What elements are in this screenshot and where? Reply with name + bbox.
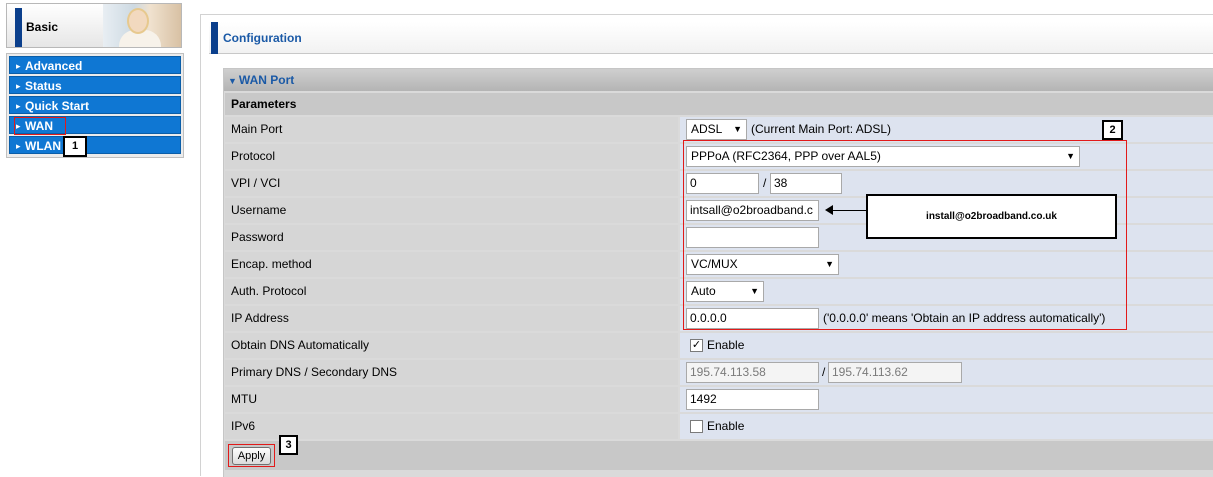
arrow-line: [832, 210, 866, 211]
bullet-icon: ▸: [16, 81, 21, 91]
main-port-selected: ADSL: [691, 122, 723, 136]
sidebar-item-label: Status: [25, 79, 62, 93]
primary-dns-input[interactable]: 195.74.113.58: [686, 362, 819, 383]
basic-accent-bar: [15, 8, 22, 47]
obtain-dns-label: Obtain DNS Automatically: [225, 333, 678, 358]
row-ipv6: IPv6 Enable: [225, 414, 1213, 439]
parameters-heading: Parameters: [225, 93, 1213, 115]
wan-highlight-box: [14, 117, 66, 135]
main-port-value-cell: ADSL ▼ (Current Main Port: ADSL): [680, 117, 1213, 142]
dns-servers-label: Primary DNS / Secondary DNS: [225, 360, 678, 385]
main-port-note: (Current Main Port: ADSL): [751, 122, 892, 136]
config-accent-bar: [211, 22, 218, 54]
header-photo: [103, 4, 181, 47]
basic-menu-header[interactable]: Basic: [6, 3, 182, 48]
dns-servers-value-cell: 195.74.113.58 / 195.74.113.62: [680, 360, 1213, 385]
username-note-callout: install@o2broadband.co.uk: [866, 194, 1117, 239]
row-mtu: MTU 1492: [225, 387, 1213, 412]
sidebar-item-label: WLAN: [25, 139, 61, 153]
vpi-vci-label: VPI / VCI: [225, 171, 678, 196]
row-main-port: Main Port ADSL ▼ (Current Main Port: ADS…: [225, 117, 1213, 142]
callout-3: 3: [279, 435, 298, 455]
basic-label: Basic: [26, 20, 59, 34]
bullet-icon: ▸: [16, 61, 21, 71]
page-title: Configuration: [223, 31, 302, 45]
secondary-dns-input[interactable]: 195.74.113.62: [828, 362, 962, 383]
dns-separator: /: [822, 365, 826, 379]
row-dns-servers: Primary DNS / Secondary DNS 195.74.113.5…: [225, 360, 1213, 385]
mtu-label: MTU: [225, 387, 678, 412]
sidebar-nav: ▸ Advanced ▸ Status ▸ Quick Start ▸ WAN …: [6, 53, 184, 158]
bullet-icon: ▸: [16, 101, 21, 111]
bullet-icon: ▸: [16, 141, 21, 151]
photo-person-head: [127, 8, 149, 34]
obtain-dns-enable-label: Enable: [707, 338, 745, 352]
sidebar-item-wlan[interactable]: ▸ WLAN: [9, 136, 181, 154]
wan-port-title[interactable]: ▼ WAN Port: [224, 69, 1213, 91]
sidebar-item-quick-start[interactable]: ▸ Quick Start: [9, 96, 181, 114]
mtu-value-cell: 1492: [680, 387, 1213, 412]
dropdown-arrow-icon: ▼: [733, 124, 742, 134]
main-port-label: Main Port: [225, 117, 678, 142]
obtain-dns-value-cell: ✓ Enable: [680, 333, 1213, 358]
sidebar-item-label: Quick Start: [25, 99, 90, 113]
callout-1: 1: [63, 136, 87, 157]
arrow-left-icon: [825, 205, 833, 215]
sidebar-item-advanced[interactable]: ▸ Advanced: [9, 56, 181, 74]
ipv6-checkbox[interactable]: [690, 420, 703, 433]
obtain-dns-checkbox[interactable]: ✓: [690, 339, 703, 352]
main-port-select[interactable]: ADSL ▼: [686, 119, 747, 140]
password-label: Password: [225, 225, 678, 250]
sidebar-item-status[interactable]: ▸ Status: [9, 76, 181, 94]
sidebar-item-wan[interactable]: ▸ WAN: [9, 116, 181, 135]
row-obtain-dns: Obtain DNS Automatically ✓ Enable: [225, 333, 1213, 358]
wan-port-title-text: WAN Port: [238, 73, 295, 87]
auth-protocol-label: Auth. Protocol: [225, 279, 678, 304]
sidebar-item-label: Advanced: [25, 59, 83, 73]
apply-button[interactable]: Apply: [232, 447, 271, 465]
mtu-input[interactable]: 1492: [686, 389, 819, 410]
protocol-label: Protocol: [225, 144, 678, 169]
ipv6-enable-label: Enable: [707, 419, 745, 433]
callout-2: 2: [1102, 120, 1123, 140]
username-label: Username: [225, 198, 678, 223]
apply-row: Apply: [225, 441, 1213, 470]
ip-address-label: IP Address: [225, 306, 678, 331]
config-header: Configuration: [209, 22, 1213, 54]
collapse-triangle-icon: ▼: [228, 76, 237, 86]
ipv6-value-cell: Enable: [680, 414, 1213, 439]
encap-method-label: Encap. method: [225, 252, 678, 277]
